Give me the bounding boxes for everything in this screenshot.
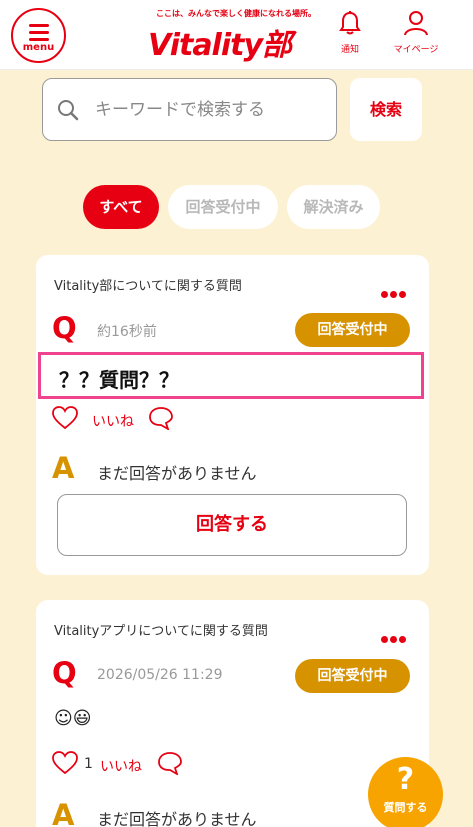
tab-solved[interactable]: 解決済み (287, 185, 380, 229)
mypage-label: マイページ (393, 45, 439, 55)
logo-wordmark: Vitality部 (148, 28, 292, 63)
app-header: menu ここは、みんなで楽しく健康になれる場所。 Vitality部 通知 マ… (0, 0, 473, 70)
vitality-logo[interactable]: ここは、みんなで楽しく健康になれる場所。 Vitality部 (146, 6, 326, 63)
question-title: ？？質問？？ (59, 368, 179, 392)
comment-icon[interactable] (157, 751, 183, 775)
search-button[interactable]: 検索 (350, 78, 422, 141)
comment-icon[interactable] (148, 406, 174, 430)
question-mark: Q (52, 311, 77, 345)
question-time: 2026/05/26 11:29 (97, 667, 223, 683)
notification-button[interactable]: 通知 (335, 10, 365, 55)
like-label[interactable]: いいね (92, 411, 134, 431)
ask-question-button[interactable]: ? 質問する (368, 757, 443, 827)
ask-question-label: 質問する (383, 801, 428, 814)
search-bar (42, 78, 337, 141)
question-card[interactable]: Vitality部についてに関する質問 Q 約16秒前 回答受付中 いいね A … (36, 255, 429, 575)
answer-status-text: まだ回答がありません (97, 464, 257, 483)
heart-icon[interactable] (52, 406, 78, 430)
search-icon (58, 100, 79, 121)
mypage-button[interactable]: マイページ (393, 10, 439, 55)
status-badge: 回答受付中 (295, 313, 410, 347)
tab-open[interactable]: 回答受付中 (168, 185, 278, 229)
answer-button[interactable]: 回答する (57, 494, 407, 556)
menu-button[interactable]: menu (11, 8, 66, 63)
question-category: Vitality部についてに関する質問 (54, 279, 242, 294)
question-title-highlight[interactable]: ？？質問？？ (38, 352, 424, 399)
search-input[interactable] (95, 97, 325, 123)
answer-mark: A (52, 798, 75, 827)
more-options-icon[interactable] (381, 628, 409, 643)
question-category: Vitalityアプリについてに関する質問 (54, 624, 268, 639)
question-icon: ? (396, 762, 415, 797)
like-count: 1 (84, 756, 93, 772)
bell-icon (339, 11, 361, 35)
like-row: 1 いいね (52, 751, 212, 779)
heart-icon[interactable] (52, 751, 78, 775)
answer-mark: A (52, 451, 75, 485)
menu-label: menu (22, 42, 55, 53)
question-title: ☺😃 (54, 708, 92, 729)
like-row: いいね (52, 406, 192, 434)
tab-all[interactable]: すべて (83, 185, 159, 229)
notification-label: 通知 (340, 45, 359, 55)
answer-status-text: まだ回答がありません (97, 810, 257, 827)
question-mark: Q (52, 656, 77, 690)
user-icon (404, 11, 428, 36)
status-badge: 回答受付中 (295, 659, 410, 693)
more-options-icon[interactable] (381, 283, 409, 298)
like-label[interactable]: いいね (100, 756, 142, 776)
question-time: 約16秒前 (97, 324, 157, 340)
logo-tagline: ここは、みんなで楽しく健康になれる場所。 (156, 9, 316, 18)
